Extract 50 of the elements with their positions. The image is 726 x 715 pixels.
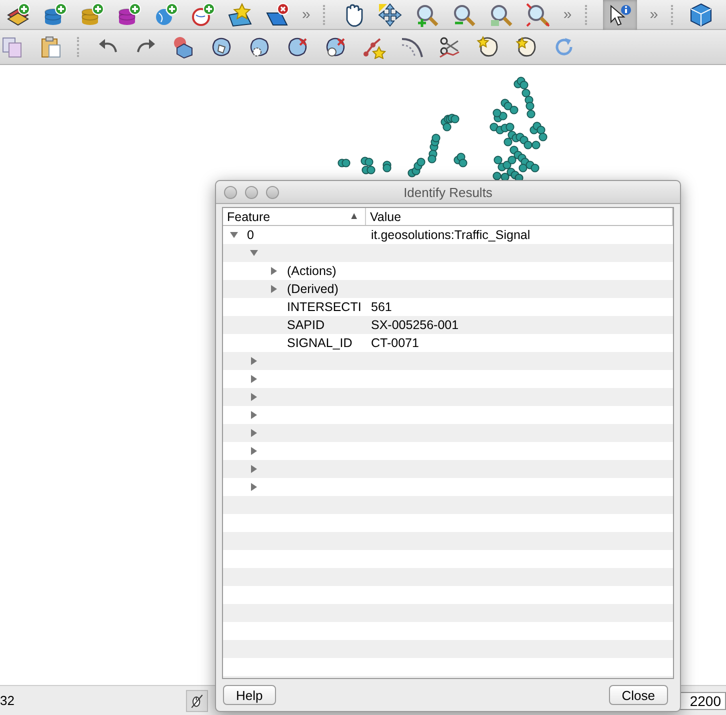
dialog-button[interactable]: Close bbox=[608, 685, 668, 705]
coordinate-text: 32 bbox=[0, 693, 16, 708]
disclosure-triangle-icon[interactable] bbox=[250, 249, 258, 257]
feature-cell: INTERSECTI bbox=[287, 300, 362, 314]
feature-cell: SAPID bbox=[287, 318, 325, 332]
shape-star-icon[interactable] bbox=[514, 35, 538, 59]
value-cell: CT-0071 bbox=[371, 336, 419, 350]
curve-icon[interactable] bbox=[400, 35, 424, 59]
feature-cell: (Derived) bbox=[287, 282, 338, 296]
sort-arrow: ▲ bbox=[349, 211, 359, 222]
disclosure-triangle-icon[interactable] bbox=[250, 357, 258, 365]
star-layer-icon[interactable] bbox=[228, 2, 252, 26]
overflow-chevron[interactable]: » bbox=[650, 6, 658, 23]
paste-icon[interactable] bbox=[39, 35, 63, 59]
disclosure-triangle-icon[interactable] bbox=[250, 375, 258, 383]
overflow-chevron[interactable]: » bbox=[563, 6, 572, 23]
cursor-info-icon[interactable] bbox=[608, 2, 632, 26]
cube-icon[interactable] bbox=[689, 2, 714, 26]
move-arrows-icon[interactable] bbox=[378, 2, 402, 26]
disclosure-triangle-icon[interactable] bbox=[270, 267, 278, 275]
database-plus-icon[interactable] bbox=[43, 2, 67, 26]
column-header[interactable]: Feature ▲ bbox=[223, 208, 366, 225]
disclosure-triangle-icon[interactable] bbox=[270, 285, 278, 293]
value-cell: SX-005256-001 bbox=[371, 318, 459, 332]
disclosure-triangle-icon[interactable] bbox=[250, 393, 258, 401]
layer-remove-icon[interactable] bbox=[265, 2, 289, 26]
zoom-in-icon[interactable] bbox=[415, 2, 440, 26]
scissors-icon[interactable] bbox=[438, 35, 462, 59]
disclosure-triangle-icon[interactable] bbox=[250, 411, 258, 419]
feature-cell: 0 bbox=[247, 228, 254, 242]
shape-star-icon[interactable] bbox=[476, 35, 500, 59]
zoom-icon[interactable] bbox=[526, 2, 550, 26]
disclosure-triangle-icon[interactable] bbox=[250, 447, 258, 455]
disclosure-triangle-icon[interactable] bbox=[250, 465, 258, 473]
value-cell: 561 bbox=[371, 300, 392, 314]
database-plus-icon[interactable] bbox=[117, 2, 141, 26]
dialog-title: Identify Results bbox=[404, 184, 492, 200]
zoom-out-icon[interactable] bbox=[452, 2, 476, 26]
value-cell: it.geosolutions:Traffic_Signal bbox=[371, 228, 530, 242]
disclosure-triangle-icon[interactable] bbox=[230, 231, 238, 239]
zoom-icon[interactable] bbox=[489, 2, 514, 26]
feature-cell: SIGNAL_ID bbox=[287, 336, 352, 350]
identify-tool-button[interactable] bbox=[602, 0, 637, 30]
layers-plus-icon[interactable] bbox=[6, 2, 30, 26]
database-plus-icon[interactable] bbox=[80, 2, 104, 26]
column-header[interactable]: Value bbox=[366, 208, 673, 225]
dialog-button[interactable]: Help bbox=[223, 685, 276, 705]
disclosure-triangle-icon[interactable] bbox=[250, 483, 258, 491]
feature-cell: (Actions) bbox=[287, 264, 336, 278]
disclosure-triangle-icon[interactable] bbox=[250, 429, 258, 437]
